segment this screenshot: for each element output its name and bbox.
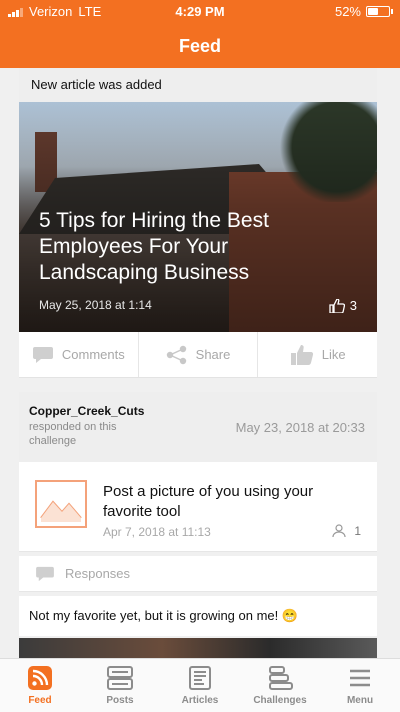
comment-icon	[32, 346, 53, 363]
tab-menu[interactable]: Menu	[320, 659, 400, 712]
feed-list[interactable]: New article was added 5 Tips for Hiring …	[0, 68, 400, 658]
likes-count: 3	[349, 298, 357, 313]
person-icon	[332, 524, 346, 538]
image-placeholder-icon	[35, 480, 87, 528]
response-comment: Not my favorite yet, but it is growing o…	[19, 596, 377, 636]
tab-posts[interactable]: Posts	[80, 659, 160, 712]
page-title: Feed	[0, 24, 400, 68]
status-bar: Verizon LTE 4:29 PM 52%	[0, 0, 400, 24]
battery-status: 52%	[334, 4, 393, 19]
activity-date: May 23, 2018 at 20:33	[235, 420, 365, 435]
like-button[interactable]: Like	[258, 332, 377, 377]
comments-button[interactable]: Comments	[19, 332, 139, 377]
participants-number: 1	[354, 524, 361, 538]
menu-icon	[350, 669, 370, 687]
tab-feed-label: Feed	[28, 695, 52, 706]
article-card[interactable]: 5 Tips for Hiring the Best Employees For…	[19, 102, 377, 332]
comments-label: Comments	[61, 347, 125, 362]
tab-articles-label: Articles	[181, 695, 219, 706]
responses-button[interactable]: Responses	[19, 556, 377, 592]
rss-icon	[28, 666, 52, 690]
responses-label: Responses	[65, 566, 131, 581]
posts-icon	[107, 666, 133, 690]
response-photo[interactable]	[19, 638, 377, 658]
participants-count: 1	[332, 524, 361, 538]
article-title[interactable]: 5 Tips for Hiring the Best Employees For…	[39, 208, 339, 286]
like-label: Like	[321, 347, 346, 362]
challenge-date: Apr 7, 2018 at 11:13	[103, 525, 211, 539]
challenges-icon	[269, 666, 293, 690]
battery-icon	[366, 6, 393, 17]
share-button[interactable]: Share	[139, 332, 259, 377]
tab-menu-label: Menu	[346, 695, 374, 706]
tab-challenges[interactable]: Challenges	[240, 659, 320, 712]
comment-icon	[36, 566, 54, 581]
tab-posts-label: Posts	[106, 695, 134, 706]
activity-action: responded on this challenge	[29, 421, 117, 447]
share-icon	[166, 345, 186, 364]
battery-percent: 52%	[334, 4, 361, 19]
article-actions: Comments Share Like	[19, 332, 377, 378]
tab-challenges-label: Challenges	[253, 695, 307, 706]
bottom-tab-bar: Feed Posts Articles Challenges Menu	[0, 658, 400, 712]
tab-articles[interactable]: Articles	[160, 659, 240, 712]
thumbs-up-icon	[290, 344, 313, 365]
challenge-title[interactable]: Post a picture of you using your favorit…	[103, 482, 363, 522]
article-likes: 3	[329, 298, 357, 313]
share-label: Share	[195, 347, 231, 362]
tab-feed[interactable]: Feed	[0, 659, 80, 712]
challenge-activity-header[interactable]: Copper_Creek_Cuts responded on this chal…	[19, 392, 377, 462]
articles-icon	[189, 666, 211, 690]
activity-username[interactable]: Copper_Creek_Cuts	[29, 404, 367, 418]
new-article-notice: New article was added	[19, 68, 377, 102]
thumbs-up-icon	[329, 298, 345, 313]
article-date: May 25, 2018 at 1:14	[39, 298, 152, 312]
challenge-card[interactable]: Post a picture of you using your favorit…	[19, 462, 377, 552]
